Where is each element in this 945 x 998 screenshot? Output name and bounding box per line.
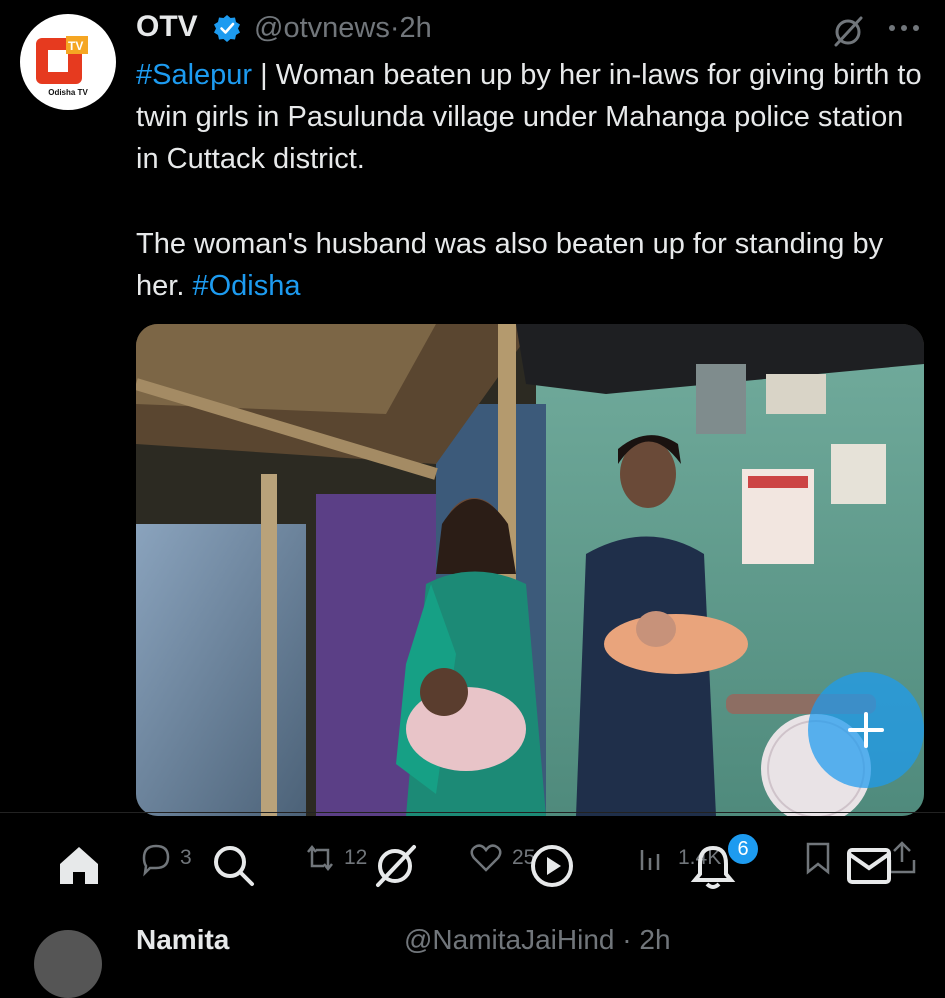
avatar-caption: Odisha TV [48,88,88,97]
otv-logo-icon: TV [36,36,88,84]
verified-icon [214,15,240,42]
tweet-text-paragraph-2: The woman's husband was also beaten up f… [136,223,926,307]
author-name[interactable]: OTV [136,10,198,44]
compose-button[interactable] [808,672,924,788]
compose-icon [848,712,884,748]
post-time[interactable]: 2h [400,12,432,44]
tweet-text-paragraph-1: #Salepur | Woman beaten up by her in-law… [136,54,926,180]
reply-count: 3 [180,846,192,869]
hashtag-salepur[interactable]: #Salepur [136,59,252,91]
more-icon[interactable] [886,14,922,42]
tweet-photo[interactable] [136,324,924,816]
nav-divider [0,812,945,813]
home-icon[interactable] [56,842,102,888]
messages-icon[interactable] [846,846,892,886]
blue-tarp [136,524,306,816]
reply-icon[interactable] [136,838,176,878]
next-tweet-author[interactable]: Namita [136,924,229,956]
bamboo-pole-left [261,474,277,816]
like-icon[interactable] [466,838,506,878]
baby-1-head [420,668,468,716]
bookmark-icon[interactable] [798,838,838,878]
author-handle[interactable]: @otvnews [254,12,390,44]
next-tweet-handle[interactable]: @NamitaJaiHind · 2h [404,924,671,956]
time-separator: · [389,12,400,44]
hashtag-odisha[interactable]: #Odisha [192,270,300,302]
photo-scene [136,324,924,816]
baby-2-wrap [604,614,748,674]
author-avatar[interactable]: TV Odisha TV [20,14,116,110]
tweet-text-body-1: | Woman beaten up by her in-laws for giv… [136,59,930,175]
views-icon[interactable] [632,838,672,878]
next-tweet-avatar[interactable] [34,930,102,998]
baby-2-head [636,611,676,647]
grok-nav-icon[interactable] [370,842,420,890]
video-icon[interactable] [528,842,576,890]
meter-box [696,364,746,434]
man-shirt [576,536,716,816]
logo-tv-text: TV [68,39,83,53]
grok-icon[interactable] [830,14,866,50]
notifications-badge: 6 [726,832,760,866]
retweet-icon[interactable] [300,838,340,878]
retweet-count: 12 [344,846,368,869]
author-handle-and-time[interactable]: @otvnews·2h [254,12,432,45]
search-icon[interactable] [210,842,258,890]
